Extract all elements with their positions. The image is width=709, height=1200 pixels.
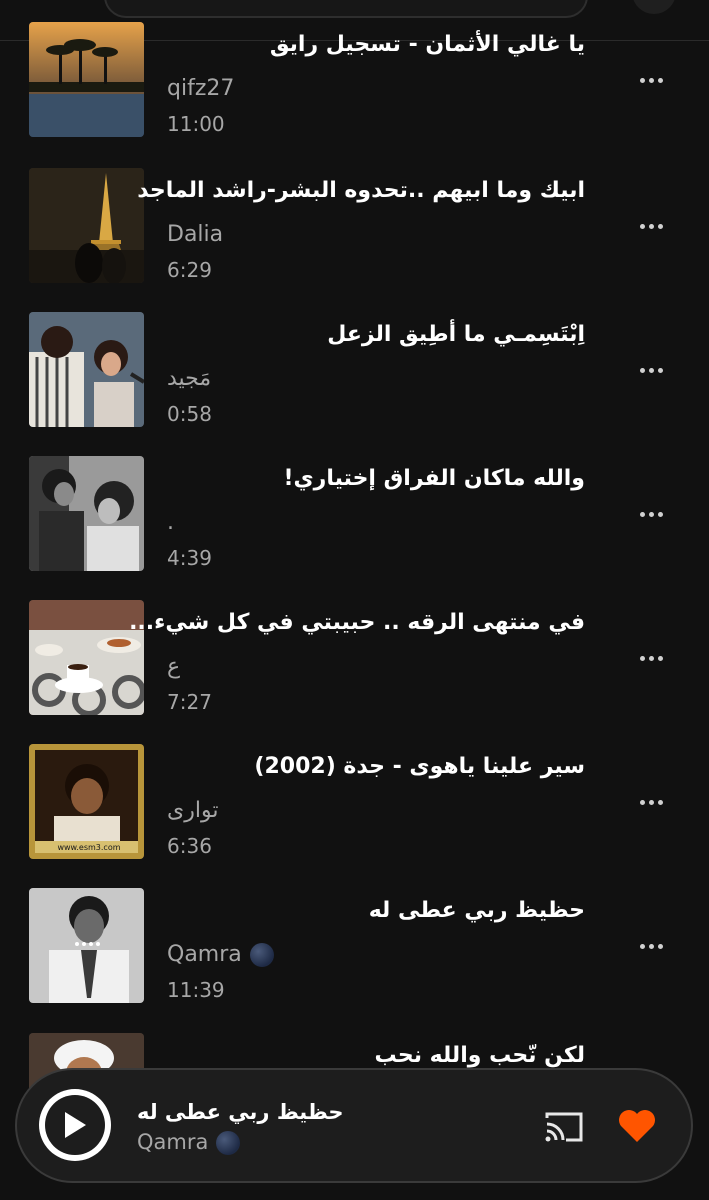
now-playing-artist-name: Qamra [137, 1130, 209, 1154]
track-artist[interactable]: ع [167, 654, 180, 679]
track-duration: 11:39 [167, 978, 225, 1002]
track-title: ابيك وما ابيهم ..تحدوه البشر-راشد الماجد [137, 178, 585, 203]
track-artwork [29, 888, 144, 1003]
track-title: حظيظ ربي عطى له [368, 898, 585, 923]
more-icon[interactable] [626, 789, 676, 815]
track-row[interactable]: حظيظ ربي عطى له Qamra 11:39 [0, 888, 709, 1004]
track-artwork [29, 312, 144, 427]
cast-icon[interactable] [544, 1110, 584, 1144]
track-duration: 7:27 [167, 690, 212, 714]
track-artwork [29, 168, 144, 283]
track-duration: 0:58 [167, 402, 212, 426]
moon-emoji-icon [249, 943, 274, 967]
track-row[interactable]: يا غالي الأثمان - تسجيل رايق qifz27 11:0… [0, 22, 709, 138]
more-icon[interactable] [626, 933, 676, 959]
track-artist[interactable]: توارى [167, 798, 218, 823]
heart-icon[interactable] [617, 1108, 657, 1144]
track-artist[interactable]: مَجيد [167, 366, 211, 391]
track-duration: 6:29 [167, 258, 212, 282]
now-playing-artist[interactable]: Qamra [137, 1130, 241, 1155]
more-icon[interactable] [626, 645, 676, 671]
track-artwork [29, 600, 144, 715]
play-icon [65, 1112, 86, 1138]
track-duration: 4:39 [167, 546, 212, 570]
track-artist[interactable]: Dalia [167, 222, 223, 247]
more-icon[interactable] [626, 67, 676, 93]
track-duration: 11:00 [167, 112, 225, 136]
more-icon[interactable] [626, 213, 676, 239]
track-title: سير علينا ياهوى - جدة (2002) [254, 754, 585, 779]
track-artwork: www.esm3.com [29, 744, 144, 859]
track-row[interactable]: في منتهى الرقه .. حبيبتي في كل شيء... ع … [0, 600, 709, 716]
more-icon[interactable] [626, 501, 676, 527]
track-artist[interactable]: . [167, 510, 174, 535]
track-title: لكن نّحب والله نحب [374, 1043, 585, 1068]
track-title: اِبْتَسِمـي ما أطِيق الزعل [327, 322, 585, 347]
track-artwork [29, 456, 144, 571]
mini-player[interactable]: حظيظ ربي عطى له Qamra [15, 1068, 693, 1183]
track-row[interactable]: اِبْتَسِمـي ما أطِيق الزعل مَجيد 0:58 [0, 312, 709, 428]
track-artist-name: Qamra [167, 942, 242, 967]
play-button[interactable] [39, 1089, 111, 1161]
track-duration: 6:36 [167, 834, 212, 858]
track-title: يا غالي الأثمان - تسجيل رايق [269, 32, 585, 57]
moon-emoji-icon [216, 1131, 241, 1155]
track-artist[interactable]: Qamra [167, 942, 274, 967]
track-title: والله ماكان الفراق إختياري! [283, 466, 585, 491]
track-row[interactable]: والله ماكان الفراق إختياري! . 4:39 [0, 456, 709, 572]
track-title: في منتهى الرقه .. حبيبتي في كل شيء... [129, 610, 585, 635]
track-row[interactable]: ابيك وما ابيهم ..تحدوه البشر-راشد الماجد… [0, 168, 709, 284]
track-row[interactable]: www.esm3.com سير علينا ياهوى - جدة (2002… [0, 744, 709, 860]
track-list: يا غالي الأثمان - تسجيل رايق qifz27 11:0… [0, 0, 709, 1200]
more-icon[interactable] [626, 357, 676, 383]
track-artist[interactable]: qifz27 [167, 76, 234, 101]
track-artwork [29, 22, 144, 137]
now-playing-title[interactable]: حظيظ ربي عطى له [137, 1100, 343, 1124]
esm3-watermark: www.esm3.com [57, 843, 120, 852]
